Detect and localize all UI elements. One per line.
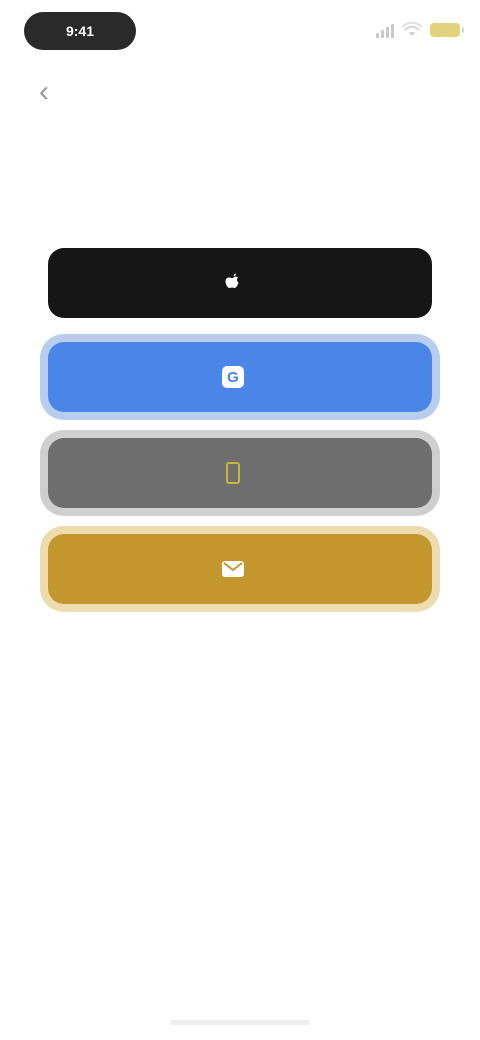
phone-icon	[226, 462, 240, 484]
status-time-pill: 9:41	[24, 12, 136, 50]
continue-with-apple-button[interactable]	[48, 248, 432, 318]
back-button[interactable]: ‹	[24, 72, 64, 112]
apple-icon	[222, 272, 244, 294]
home-indicator	[170, 1020, 310, 1025]
battery-icon	[430, 23, 464, 37]
status-bar: 9:41	[0, 0, 480, 64]
google-icon: G	[222, 366, 244, 388]
continue-with-google-button[interactable]: G	[48, 342, 432, 412]
chevron-left-icon: ‹	[39, 75, 49, 108]
continue-with-phone-button[interactable]	[48, 438, 432, 508]
status-time: 9:41	[65, 23, 95, 39]
status-icons	[376, 18, 464, 42]
cellular-signal-icon	[376, 22, 394, 38]
mail-icon	[222, 561, 244, 577]
continue-with-email-button[interactable]	[48, 534, 432, 604]
wifi-icon	[402, 22, 422, 36]
